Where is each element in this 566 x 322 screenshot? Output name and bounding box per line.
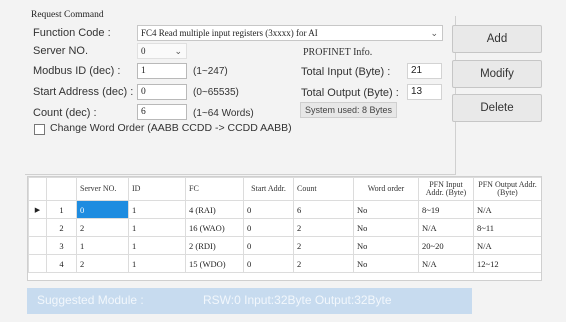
count-label: Count (dec) : — [33, 107, 97, 119]
modbus-config-panel: Request Command Function Code : FC4 Read… — [0, 0, 566, 322]
modify-button[interactable]: Modify — [452, 60, 542, 88]
row-index: 3 — [46, 236, 77, 255]
total-output-label: Total Output (Byte) : — [301, 87, 399, 99]
cell-start-addr[interactable]: 0 — [243, 236, 294, 255]
cell-pfn-output[interactable]: N/A — [473, 236, 541, 255]
change-word-order-label: Change Word Order (AABB CCDD -> CCDD AAB… — [50, 122, 292, 134]
cell-id[interactable]: 1 — [128, 218, 186, 237]
cell-start-addr[interactable]: 0 — [243, 254, 294, 273]
start-address-label: Start Address (dec) : — [33, 86, 134, 98]
delete-button[interactable]: Delete — [452, 94, 542, 122]
command-grid: Server NO. ID FC Start Addr. Count Word … — [28, 177, 541, 273]
server-no-value: 0 — [141, 46, 146, 56]
column-header-pfn-output[interactable]: PFN Output Addr. (Byte) — [473, 177, 541, 201]
column-header-server-no[interactable]: Server NO. — [76, 177, 129, 201]
cell-pfn-input[interactable]: 20~20 — [418, 236, 474, 255]
column-header-start-addr[interactable]: Start Addr. — [243, 177, 294, 201]
cell-start-addr[interactable]: 0 — [243, 218, 294, 237]
modbus-id-input[interactable]: 1 — [137, 63, 187, 79]
cell-server-no[interactable]: 1 — [76, 236, 129, 255]
start-address-hint: (0~65535) — [193, 87, 239, 98]
cell-pfn-output[interactable]: N/A — [473, 200, 541, 219]
cell-pfn-input[interactable]: N/A — [418, 254, 474, 273]
cell-server-no[interactable]: 0 — [76, 200, 129, 219]
cell-word-order[interactable]: No — [353, 236, 419, 255]
request-command-title: Request Command — [31, 10, 104, 20]
cell-fc[interactable]: 4 (RAI) — [185, 200, 244, 219]
suggested-module-bar: Suggested Module : RSW:0 Input:32Byte Ou… — [27, 288, 472, 314]
cell-count[interactable]: 2 — [293, 218, 354, 237]
modbus-id-hint: (1~247) — [193, 66, 228, 77]
cell-word-order[interactable]: No — [353, 200, 419, 219]
row-index: 4 — [46, 254, 77, 273]
table-row[interactable]: 2 2 1 16 (WAO) 0 2 No N/A 8~11 — [28, 218, 541, 237]
count-input[interactable]: 6 — [137, 104, 187, 120]
row-pointer-cell — [28, 236, 47, 255]
table-header-row: Server NO. ID FC Start Addr. Count Word … — [28, 177, 541, 201]
function-code-dropdown[interactable]: FC4 Read multiple input registers (3xxxx… — [137, 25, 443, 41]
profinet-info-title: PROFINET Info. — [303, 47, 373, 58]
row-pointer-cell — [28, 254, 47, 273]
suggested-module-value: RSW:0 Input:32Byte Output:32Byte — [203, 293, 392, 307]
column-header-fc[interactable]: FC — [185, 177, 244, 201]
cell-id[interactable]: 1 — [128, 200, 186, 219]
column-header-word-order[interactable]: Word order — [353, 177, 419, 201]
chevron-down-icon[interactable]: ⌄ — [430, 26, 438, 40]
cell-server-no[interactable]: 2 — [76, 254, 129, 273]
change-word-order-checkbox[interactable] — [34, 124, 45, 135]
add-button[interactable]: Add — [452, 25, 542, 53]
row-pointer-header — [28, 177, 47, 201]
start-address-input[interactable]: 0 — [137, 84, 187, 100]
column-header-pfn-input[interactable]: PFN Input Addr. (Byte) — [418, 177, 474, 201]
cell-count[interactable]: 6 — [293, 200, 354, 219]
cell-count[interactable]: 2 — [293, 254, 354, 273]
cell-count[interactable]: 2 — [293, 236, 354, 255]
cell-start-addr[interactable]: 0 — [243, 200, 294, 219]
cell-pfn-output[interactable]: 12~12 — [473, 254, 541, 273]
total-input-value: 21 — [407, 63, 442, 79]
cell-word-order[interactable]: No — [353, 254, 419, 273]
chevron-down-icon[interactable]: ⌄ — [174, 44, 182, 58]
suggested-module-label: Suggested Module : — [37, 293, 144, 307]
command-table: Server NO. ID FC Start Addr. Count Word … — [27, 176, 542, 281]
table-row[interactable]: 4 2 1 15 (WDO) 0 2 No N/A 12~12 — [28, 254, 541, 273]
function-code-label: Function Code : — [33, 27, 111, 39]
cell-pfn-input[interactable]: N/A — [418, 218, 474, 237]
cell-word-order[interactable]: No — [353, 218, 419, 237]
cell-pfn-input[interactable]: 8~19 — [418, 200, 474, 219]
system-used-status: System used: 8 Bytes — [300, 102, 398, 118]
cell-server-no[interactable]: 2 — [76, 218, 129, 237]
cell-fc[interactable]: 2 (RDI) — [185, 236, 244, 255]
row-index: 1 — [46, 200, 77, 219]
count-hint: (1~64 Words) — [193, 108, 254, 119]
column-header-id[interactable]: ID — [128, 177, 186, 201]
table-row[interactable]: 3 1 1 2 (RDI) 0 2 No 20~20 N/A — [28, 236, 541, 255]
server-no-label: Server NO. — [33, 45, 89, 57]
column-header-count[interactable]: Count — [293, 177, 354, 201]
cell-id[interactable]: 1 — [128, 236, 186, 255]
row-pointer-cell — [28, 218, 47, 237]
row-index: 2 — [46, 218, 77, 237]
function-code-value: FC4 Read multiple input registers (3xxxx… — [141, 28, 318, 38]
cell-fc[interactable]: 16 (WAO) — [185, 218, 244, 237]
cell-id[interactable]: 1 — [128, 254, 186, 273]
row-pointer-icon: ▶ — [28, 200, 47, 219]
index-header — [46, 177, 77, 201]
cell-pfn-output[interactable]: 8~11 — [473, 218, 541, 237]
modbus-id-label: Modbus ID (dec) : — [33, 65, 121, 77]
cell-fc[interactable]: 15 (WDO) — [185, 254, 244, 273]
table-row[interactable]: ▶ 1 0 1 4 (RAI) 0 6 No 8~19 N/A — [28, 200, 541, 219]
total-input-label: Total Input (Byte) : — [301, 66, 391, 78]
total-output-value: 13 — [407, 84, 442, 100]
server-no-dropdown[interactable]: 0 ⌄ — [137, 43, 187, 59]
